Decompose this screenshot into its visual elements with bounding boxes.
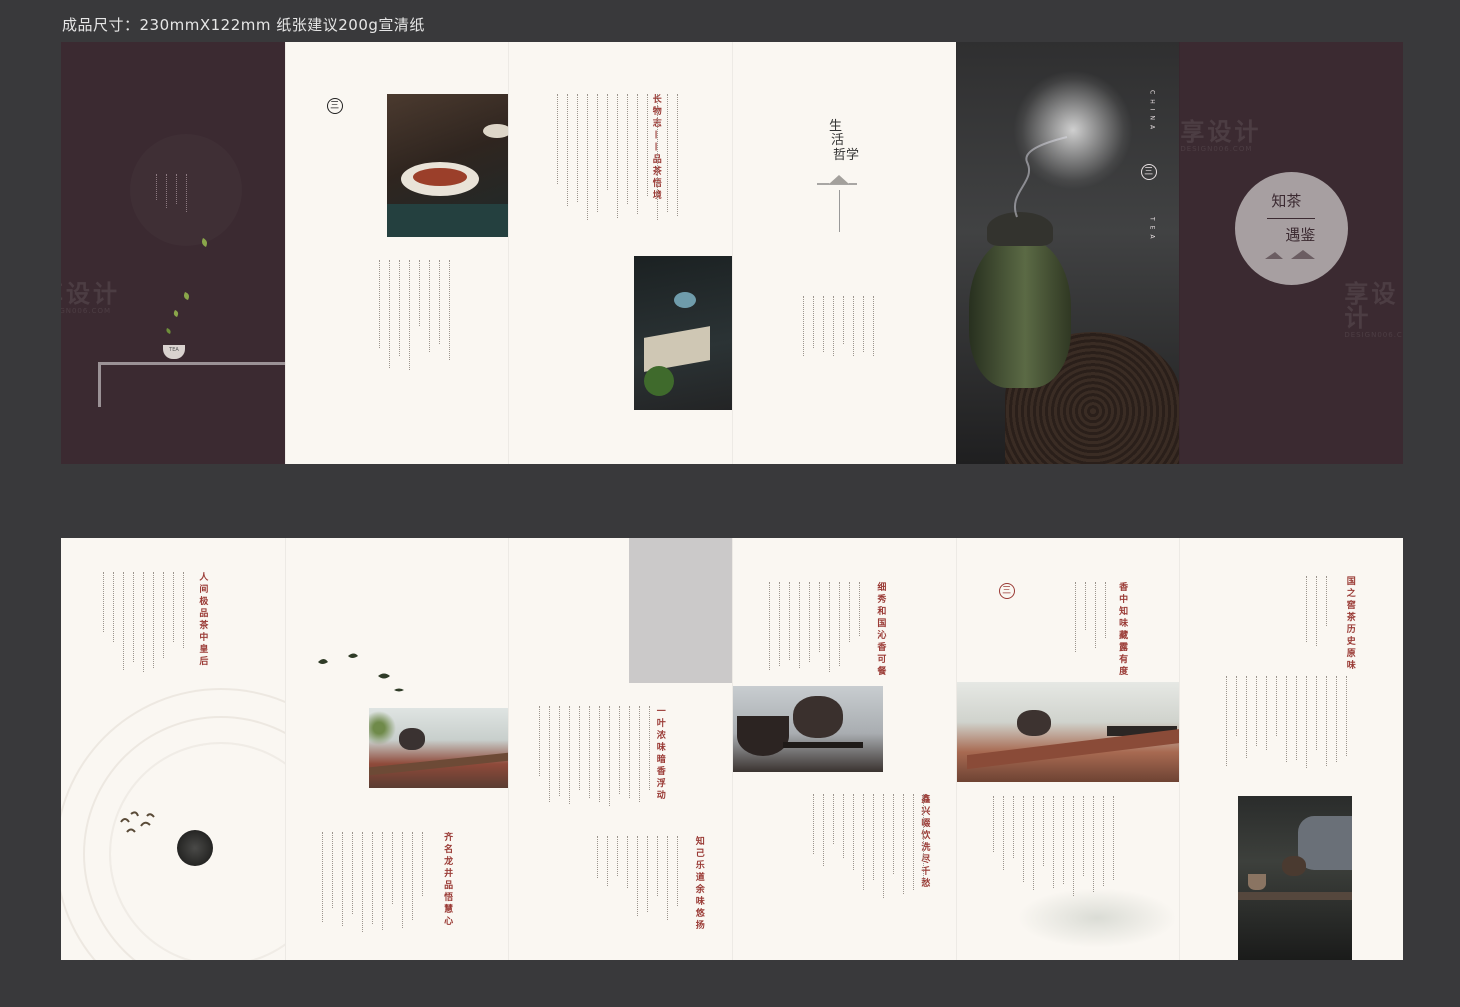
section-title: 国之窖茶历史原味 (1344, 576, 1355, 672)
teapot-body (968, 238, 1071, 388)
mountain-icon (817, 175, 858, 185)
section-title: 香中知味藏露有度 (1117, 582, 1128, 678)
body-text (539, 706, 654, 806)
brand-logo-icon: 三 (326, 98, 343, 114)
tea-leaf-bowl (177, 830, 213, 866)
top-panel-6-cover: 知茶 遇鉴 享设计DESIGN006.COM 享设计DESIGN006.COM (1179, 42, 1404, 464)
mountain-icon (1265, 250, 1316, 259)
brand-logo-icon: 三 (998, 583, 1015, 599)
section-title: 人间极品茶中皇后 (197, 572, 208, 668)
body-text (378, 260, 454, 370)
body-text (769, 582, 864, 672)
tea-label: TEA (1148, 217, 1156, 244)
section-title: 一叶浓味暗香浮动 (654, 706, 665, 802)
tea-ceremony-photo (956, 682, 1180, 782)
body-text (1306, 576, 1331, 646)
bottom-panel-5: 三 香中知味藏露有度 (955, 538, 1180, 960)
top-panel-1: TEA 享设计DESIGN006.COM (61, 42, 285, 464)
cup-shelf-leg (98, 362, 101, 407)
incense-photo (634, 256, 733, 410)
cup-shelf-line (98, 362, 285, 365)
falling-leaves-icon (166, 238, 207, 334)
bottom-panel-4: 细秀和国沁香可餐 鑫兴啜饮洗尽千愁 (732, 538, 956, 960)
section-title: 知己乐道余味悠扬 (693, 836, 704, 932)
watermark: 享设计DESIGN006.COM (1180, 118, 1262, 153)
body-text (557, 94, 682, 220)
grey-block (629, 538, 733, 683)
section-title: 齐名龙井品悟慧心 (442, 832, 453, 928)
watermark: 享设计DESIGN006.COM (1344, 280, 1403, 339)
brochure-inside: 人间极品茶中皇后 齐名龙井品悟慧心 一叶浓味暗香浮动 知己乐道余味悠扬 细秀和国… (61, 538, 1404, 960)
cover-title-2: 遇鉴 (1285, 226, 1316, 244)
bottom-panel-1: 人间极品茶中皇后 (61, 538, 285, 960)
section-title: 细秀和国沁香可餐 (875, 582, 886, 678)
tea-cup-icon: TEA (163, 345, 185, 359)
cover-circle: 知茶 遇鉴 (1235, 172, 1349, 285)
body-text (1226, 676, 1351, 768)
bottom-panel-2: 齐名龙井品悟慧心 (284, 538, 509, 960)
steam-icon (1013, 136, 1067, 218)
body-text (321, 832, 427, 932)
dark-teapot-photo (733, 686, 884, 772)
pouring-tea-photo (1238, 796, 1353, 960)
body-text (992, 796, 1118, 896)
top-panel-5-cover-photo: CHINA 三 TEA (955, 42, 1180, 464)
tea-cup-label: TEA (169, 347, 179, 353)
falling-leaves-icon (317, 653, 404, 692)
philosophy-title: 生 活 哲学 (829, 119, 860, 163)
body-text (597, 836, 682, 920)
watermark: 享设计DESIGN006.COM (61, 280, 120, 315)
tea-set-photo (368, 708, 509, 788)
tea-bowl-photo (386, 94, 509, 237)
bottom-panel-3: 一叶浓味暗香浮动 知己乐道余味悠扬 (508, 538, 733, 960)
body-text (103, 572, 188, 672)
brochure-outside: TEA 享设计DESIGN006.COM 三 长物志——品茶悟境 (61, 42, 1404, 464)
body-text (813, 794, 928, 898)
spec-text: 成品尺寸：230mmX122mm 纸张建议200g宣清纸 (62, 16, 425, 34)
body-text (1074, 582, 1110, 652)
top-panel-3: 长物志——品茶悟境 (508, 42, 733, 464)
top-panel-4: 生 活 哲学 (732, 42, 956, 464)
title-divider (839, 190, 841, 232)
body-text (803, 296, 878, 356)
ink-mountain (1016, 888, 1177, 948)
brand-logo-icon: 三 (1140, 164, 1157, 180)
china-label: CHINA (1148, 90, 1156, 135)
top-panel-2: 三 (284, 42, 509, 464)
bottom-panel-6: 国之窖茶历史原味 (1179, 538, 1404, 960)
poem-text (156, 174, 191, 212)
loose-tea-leaves-icon (120, 811, 155, 833)
cover-title-1: 知茶 (1271, 192, 1302, 210)
